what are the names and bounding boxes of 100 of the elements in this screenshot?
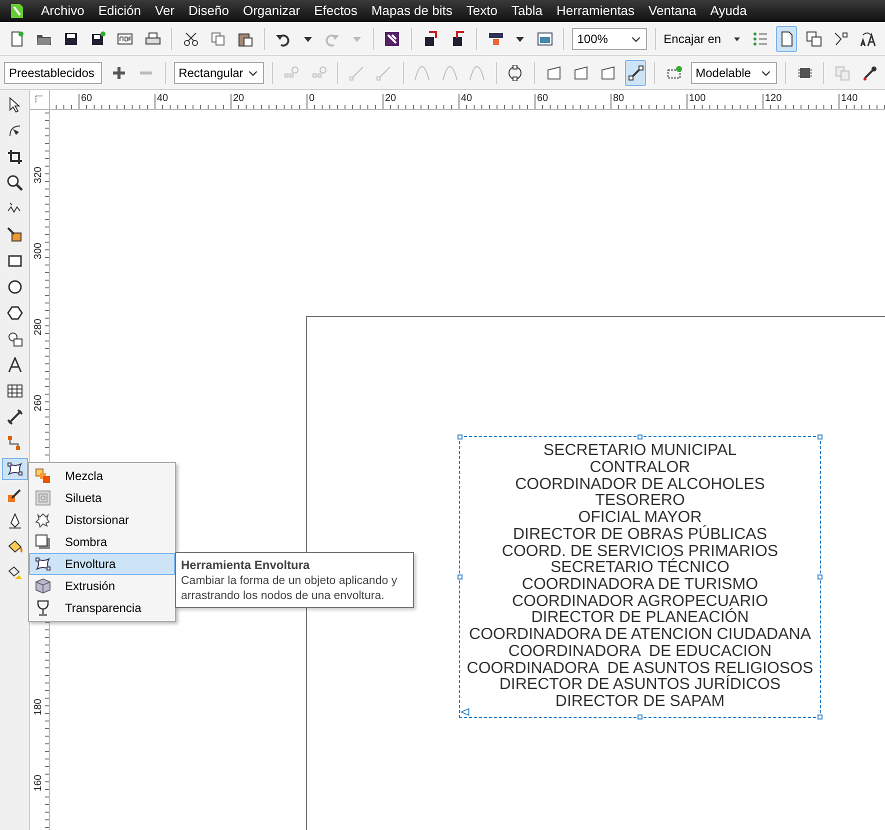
presets-dropdown[interactable]: Preestablecidos [4, 62, 102, 84]
printer-icon [144, 30, 161, 46]
page-button[interactable] [776, 26, 798, 52]
flyout-menu-item[interactable]: Distorsionar [29, 509, 175, 531]
text-line: CONTRALOR [590, 460, 690, 477]
app-logo-icon [9, 3, 25, 19]
menu-item[interactable]: Ayuda [703, 1, 754, 21]
menu-item[interactable]: Diseño [182, 1, 236, 21]
pen-nib-icon [6, 513, 22, 529]
circle-nodes-icon [507, 64, 524, 80]
selection-handle[interactable] [458, 434, 462, 440]
crop-icon [6, 149, 22, 165]
pdf-icon [117, 30, 134, 46]
envelope-shape-icon [572, 64, 589, 80]
text-line: COORDINADORA DE TURISMO [522, 577, 758, 594]
selection-handle[interactable] [458, 574, 462, 580]
menu-item[interactable]: Ver [148, 1, 182, 21]
menu-item[interactable]: Texto [459, 1, 504, 21]
application-launcher-icon [384, 30, 400, 46]
smart-fill-icon [6, 227, 22, 243]
menu-item[interactable]: Organizar [236, 1, 308, 21]
selection-mode-dropdown[interactable]: Rectangular [174, 62, 264, 84]
selection-mode-dropdown-value: Rectangular [178, 64, 244, 82]
save-as-icon [90, 30, 106, 46]
disabled-curve-icon [469, 64, 486, 80]
ruler-label: 0 [309, 93, 315, 104]
flyout-menu-item[interactable]: Mezcla [29, 465, 175, 487]
zoom-dropdown-value: 100% [577, 30, 608, 48]
text-line: DIRECTOR DE OBRAS PÚBLICAS [513, 526, 767, 544]
cube-icon [35, 578, 51, 594]
menu-item[interactable]: Archivo [34, 1, 92, 21]
snap-to-menu[interactable]: Encajar en [664, 30, 722, 48]
node-line-button[interactable] [625, 60, 646, 86]
ruler-label: 20 [385, 93, 396, 104]
text-line: COORDINADOR DE ALCOHOLES [515, 476, 765, 494]
color-eyedropper-icon [6, 487, 22, 503]
pointer-icon [6, 97, 22, 113]
flyout-menu-item[interactable]: Transparencia [29, 597, 175, 619]
text-line: SECRETARIO TÉCNICO [550, 560, 730, 577]
disabled-line-icon [376, 64, 392, 80]
tooltip-description: Cambiar la forma de un objeto aplicando y arrastrando los nodos de una envoltura. [181, 574, 398, 604]
clipboard-icon [236, 30, 253, 46]
menu-item[interactable]: Tabla [504, 1, 550, 21]
flyout-menu-item[interactable]: Silueta [29, 487, 175, 509]
checklist-icon [752, 30, 768, 46]
ruler-label: 40 [157, 93, 168, 104]
text-line: DIRECTOR DE SAPAM [555, 694, 725, 711]
interactive-fill-icon [6, 565, 22, 581]
drop-shadow-icon [35, 534, 51, 550]
selection-handle[interactable] [638, 434, 642, 440]
hexagon-icon [6, 305, 22, 321]
copy-properties-icon [834, 64, 851, 80]
rectangle-icon [6, 253, 22, 269]
selection-handle[interactable] [818, 714, 822, 720]
envelope-tool-tool[interactable] [2, 458, 28, 480]
blend-icon [35, 468, 51, 484]
plus-icon [110, 64, 127, 80]
selection-handle[interactable] [818, 434, 822, 440]
presets-dropdown-value: Preestablecidos [9, 64, 94, 82]
distort-icon [35, 512, 51, 528]
ruler-label: 80 [613, 93, 624, 104]
tooltip-title: Herramienta Envoltura [181, 557, 311, 574]
envelope-shape-icon [546, 64, 562, 80]
flyout-menu-item[interactable]: Envoltura [29, 553, 175, 575]
flyout-menu-item[interactable]: Extrusión [29, 575, 175, 597]
text-line: OFICIAL MAYOR [578, 510, 702, 526]
paint-bucket-icon [6, 539, 22, 555]
zoom-icon [6, 175, 22, 191]
envelope-shape-icon [600, 64, 616, 80]
mapping-mode-dropdown[interactable]: Modelable [690, 62, 778, 84]
envelope-tool-icon [35, 556, 51, 572]
menu-item[interactable]: Herramientas [550, 1, 642, 21]
flyout-menu-item[interactable]: Sombra [29, 531, 175, 553]
selection-handle[interactable] [638, 714, 642, 720]
disabled-curve-icon [414, 64, 430, 80]
import-icon [422, 30, 438, 46]
node-line-icon [628, 64, 644, 80]
menu-item[interactable]: Edición [91, 1, 148, 21]
nodes-group-icon [666, 64, 682, 80]
ruler-label: 260 [33, 394, 44, 412]
ruler-label: 300 [33, 242, 44, 260]
selection-handle[interactable] [818, 574, 822, 580]
menu-item[interactable]: Ventana [642, 1, 704, 21]
disabled-line-icon [348, 64, 365, 80]
menu-item[interactable]: Mapas de bits [364, 1, 460, 21]
overlap-squares-icon [806, 30, 822, 46]
zoom-dropdown[interactable]: 100% [572, 28, 647, 50]
menu-item[interactable]: Efectos [307, 1, 364, 21]
ruler-label: 120 [765, 93, 782, 104]
selection-frame[interactable] [459, 436, 821, 718]
text-line: COORDINADORA DE EDUCACION [508, 644, 772, 661]
eyedropper-icon [862, 64, 878, 80]
ruler-label: 180 [33, 698, 44, 716]
text-resize-icon [860, 30, 876, 46]
ruler-label: 60 [537, 93, 548, 104]
contour-icon [35, 490, 51, 506]
ellipse-icon [6, 279, 22, 295]
shape-tool-icon [6, 123, 22, 139]
connector-icon [6, 435, 22, 451]
drawing-canvas[interactable] [50, 110, 885, 830]
